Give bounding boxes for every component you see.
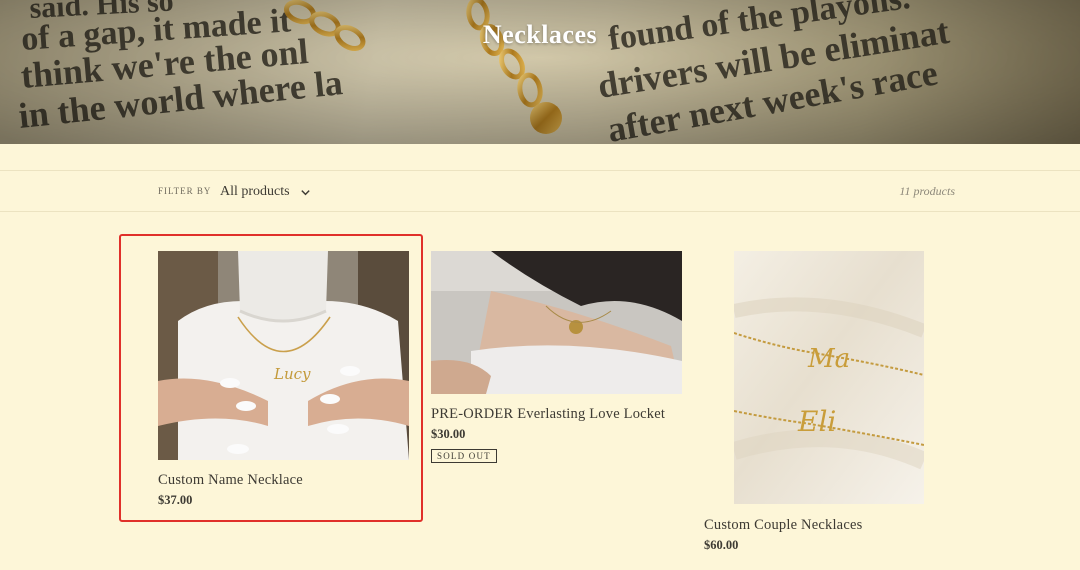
product-price: $37.00 [158,493,193,507]
product-price: $60.00 [704,538,739,552]
product-card-custom-couple-necklaces[interactable]: Ma Eli Custom Couple Necklaces $60.00 [704,251,964,553]
collection-hero: said. His so of a gap, it made it think … [0,0,1080,144]
product-count: 11 products [899,184,955,198]
svg-text:Eli: Eli [797,405,836,438]
product-title[interactable]: Custom Couple Necklaces [704,517,964,534]
filter-selected-value: All products [220,184,290,199]
product-card-everlasting-love-locket[interactable]: PRE-ORDER Everlasting Love Locket $30.00… [431,251,691,464]
product-title[interactable]: PRE-ORDER Everlasting Love Locket [431,406,691,423]
product-image[interactable]: Ma Eli [734,251,924,504]
product-price: $30.00 [431,427,466,441]
sold-out-badge: SOLD OUT [431,449,497,463]
product-image[interactable] [431,251,682,394]
filter-label: FILTER BY [158,186,212,196]
svg-text:Lucy: Lucy [273,365,311,383]
product-image[interactable]: Lucy [158,251,409,460]
chevron-down-icon [300,189,310,195]
filter-bar: FILTER BY All products 11 products [0,170,1080,212]
filter-dropdown[interactable]: All products [220,181,311,203]
svg-text:Ma: Ma [807,344,850,374]
product-card-custom-name-necklace[interactable]: Lucy Custom Name Necklace $37.00 [158,251,410,508]
collection-title: Necklaces [482,20,598,49]
product-title[interactable]: Custom Name Necklace [158,472,410,489]
